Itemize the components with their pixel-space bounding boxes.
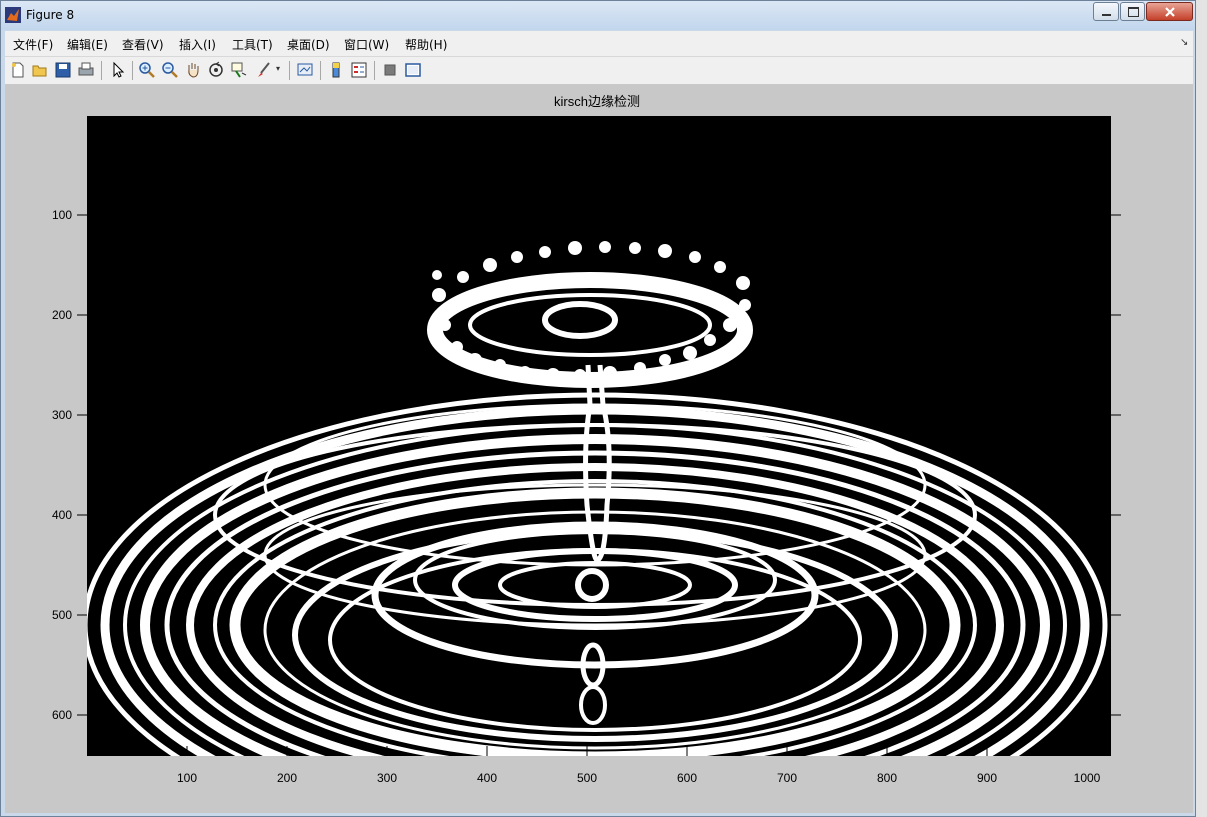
brush-dropdown-icon[interactable]: ▾: [276, 64, 280, 73]
menu-file[interactable]: 文件(F): [13, 36, 53, 53]
zoom-out-icon[interactable]: [161, 61, 179, 79]
menu-insert[interactable]: 插入(I): [179, 36, 216, 53]
y-tick-label: 200: [52, 308, 72, 322]
toolbar-separator: [374, 61, 375, 80]
figure-window: Figure 8 文件(F) 编辑(E) 查看(V) 插入(I) 工具(T) 桌…: [0, 0, 1196, 817]
dock-arrow-icon[interactable]: ↘: [1180, 37, 1188, 48]
matlab-icon: [5, 7, 21, 23]
save-icon[interactable]: [54, 61, 72, 79]
minimize-button[interactable]: [1093, 2, 1119, 21]
pan-hand-icon[interactable]: [184, 61, 202, 79]
axes: kirsch边缘检测 100 200 300 400 500 600 700 8…: [52, 94, 1121, 785]
window-title: Figure 8: [26, 8, 75, 22]
y-tick-label: 500: [52, 608, 72, 622]
maximize-button[interactable]: [1120, 2, 1145, 21]
menu-desktop[interactable]: 桌面(D): [287, 36, 330, 53]
x-tick-label: 600: [677, 771, 697, 785]
edge-image: [87, 116, 1111, 756]
show-plot-tools-icon[interactable]: [404, 61, 422, 79]
zoom-in-icon[interactable]: [138, 61, 156, 79]
close-icon: [1165, 7, 1175, 17]
toolbar-separator: [289, 61, 290, 80]
y-tick-label: 300: [52, 408, 72, 422]
legend-icon[interactable]: [350, 61, 368, 79]
menu-edit[interactable]: 编辑(E): [67, 36, 108, 53]
x-tick-label: 700: [777, 771, 797, 785]
minimize-icon: [1102, 14, 1111, 16]
x-tick-label: 800: [877, 771, 897, 785]
x-tick-label: 300: [377, 771, 397, 785]
x-tick-label: 900: [977, 771, 997, 785]
print-icon[interactable]: [77, 61, 95, 79]
x-tick-label: 100: [177, 771, 197, 785]
menu-tools[interactable]: 工具(T): [232, 36, 273, 53]
hide-plot-tools-icon[interactable]: [381, 61, 399, 79]
close-button[interactable]: [1146, 2, 1193, 21]
menu-bar: 文件(F) 编辑(E) 查看(V) 插入(I) 工具(T) 桌面(D) 窗口(W…: [5, 31, 1193, 57]
rotate-3d-icon[interactable]: [207, 61, 225, 79]
toolbar-separator: [320, 61, 321, 80]
y-tick-label: 600: [52, 708, 72, 722]
y-tick-label: 100: [52, 208, 72, 222]
figure-canvas[interactable]: kirsch边缘检测 100 200 300 400 500 600 700 8…: [5, 85, 1193, 813]
x-tick-label: 200: [277, 771, 297, 785]
brush-icon[interactable]: [255, 61, 273, 79]
maximize-icon: [1128, 7, 1139, 17]
edit-plot-arrow-icon[interactable]: [109, 61, 127, 79]
y-tick-label: 400: [52, 508, 72, 522]
title-bar[interactable]: Figure 8: [1, 1, 1195, 30]
x-tick-label: 500: [577, 771, 597, 785]
x-tick-label: 1000: [1074, 771, 1101, 785]
toolbar-separator: [132, 61, 133, 80]
colorbar-icon[interactable]: [327, 61, 345, 79]
new-figure-icon[interactable]: [9, 61, 27, 79]
menu-window[interactable]: 窗口(W): [344, 36, 389, 53]
x-tick-labels: 100 200 300 400 500 600 700 800 900 1000: [177, 771, 1101, 785]
data-cursor-icon[interactable]: [230, 61, 248, 79]
menu-help[interactable]: 帮助(H): [405, 36, 447, 53]
y-tick-labels: 100 200 300 400 500 600: [52, 208, 72, 722]
open-file-icon[interactable]: [31, 61, 49, 79]
link-plot-icon[interactable]: [296, 61, 314, 79]
toolbar-separator: [101, 61, 102, 80]
plot-title: kirsch边缘检测: [554, 94, 640, 109]
x-tick-label: 400: [477, 771, 497, 785]
menu-view[interactable]: 查看(V): [122, 36, 164, 53]
toolbar: ▾: [5, 57, 1193, 85]
background-window-edge: [1196, 0, 1207, 817]
